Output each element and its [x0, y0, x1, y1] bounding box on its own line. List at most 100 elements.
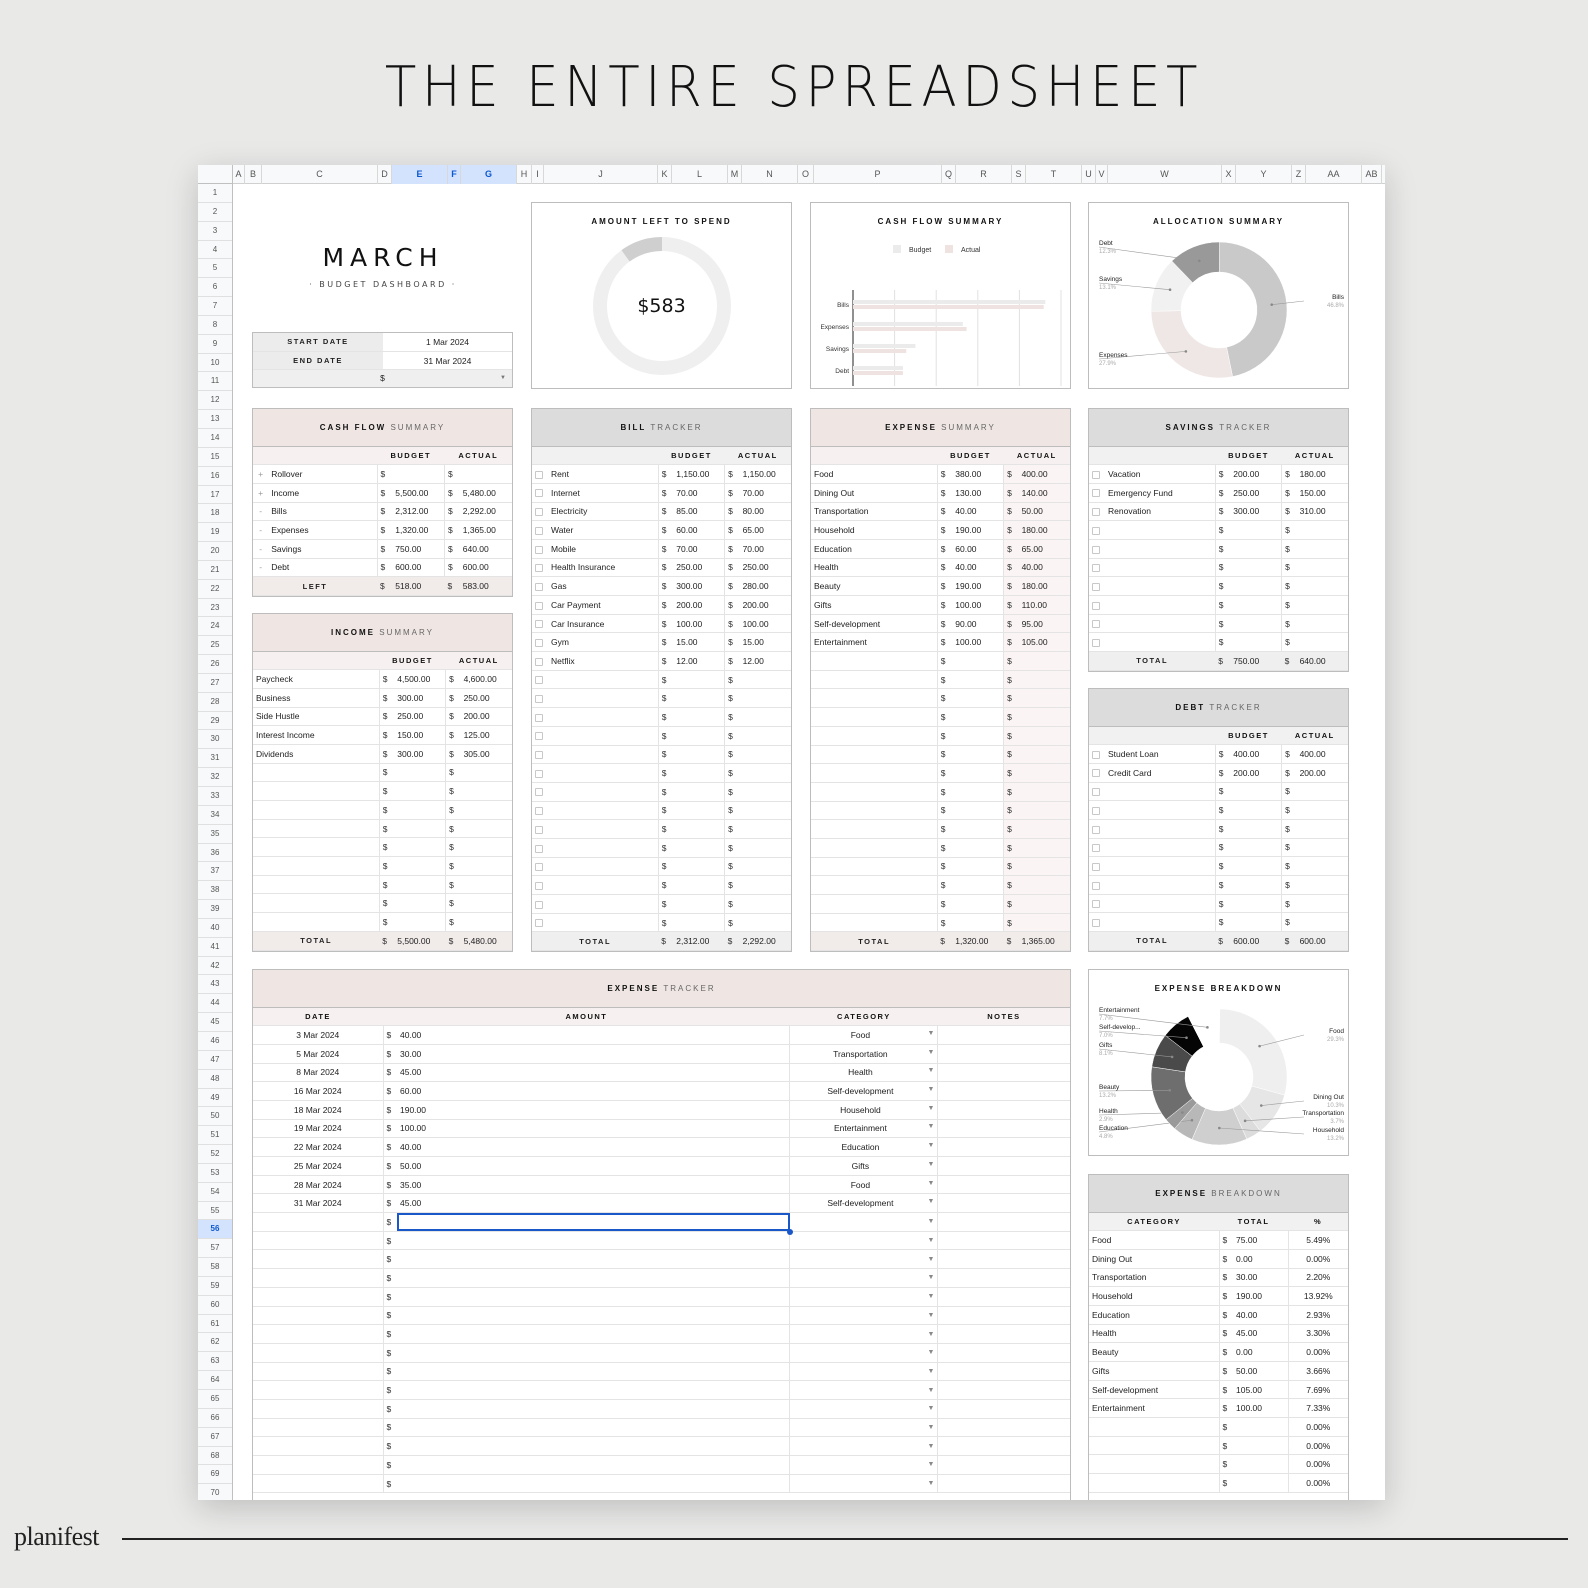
amount-cell[interactable]: [397, 1231, 790, 1251]
category-select[interactable]: Food ▼: [789, 1175, 938, 1195]
actual-cell[interactable]: 80.00: [739, 502, 791, 522]
label-cell[interactable]: [811, 875, 938, 895]
row-header[interactable]: 2: [198, 203, 232, 222]
label-cell[interactable]: Gas: [532, 576, 659, 596]
row-header[interactable]: 19: [198, 523, 232, 543]
checkbox[interactable]: [1092, 769, 1100, 778]
row-header[interactable]: 28: [198, 693, 232, 712]
row-header[interactable]: 5: [198, 259, 232, 279]
checkbox[interactable]: [1092, 750, 1100, 759]
date-cell[interactable]: 31 Mar 2024: [253, 1193, 383, 1214]
actual-cell[interactable]: [1018, 838, 1070, 858]
column-header[interactable]: N: [742, 165, 798, 184]
label-cell[interactable]: Credit Card: [1089, 763, 1216, 783]
checkbox[interactable]: [535, 676, 543, 685]
checkbox[interactable]: [1092, 900, 1100, 909]
column-header[interactable]: Z: [1292, 165, 1306, 184]
label-cell[interactable]: [532, 819, 659, 839]
label-cell[interactable]: [1089, 856, 1216, 876]
actual-cell[interactable]: [1018, 782, 1070, 802]
notes-cell[interactable]: [937, 1268, 1070, 1288]
budget-cell[interactable]: 60.00: [952, 539, 1004, 559]
actual-cell[interactable]: [1018, 819, 1070, 839]
actual-cell[interactable]: [1296, 875, 1348, 895]
notes-cell[interactable]: [937, 1100, 1070, 1120]
budget-cell[interactable]: [952, 838, 1004, 858]
budget-cell[interactable]: [1230, 894, 1282, 914]
column-header[interactable]: P: [814, 165, 942, 184]
label-cell[interactable]: [532, 894, 659, 914]
label-cell[interactable]: Interest Income: [253, 725, 380, 745]
budget-cell[interactable]: 100.00: [952, 632, 1004, 653]
label-cell[interactable]: Car Insurance: [532, 614, 659, 634]
row-header[interactable]: 41: [198, 938, 232, 957]
checkbox[interactable]: [535, 807, 543, 816]
actual-cell[interactable]: 250.00: [739, 558, 791, 578]
budget-cell[interactable]: [1230, 595, 1282, 615]
amount-cell[interactable]: [397, 1287, 790, 1307]
label-cell[interactable]: Mobile: [532, 539, 659, 559]
amount-cell[interactable]: [397, 1306, 790, 1326]
label-cell[interactable]: Side Hustle: [253, 707, 380, 727]
amount-cell[interactable]: [397, 1362, 790, 1382]
date-cell[interactable]: 18 Mar 2024: [253, 1100, 383, 1120]
row-header[interactable]: 7: [198, 297, 232, 316]
budget-cell[interactable]: [673, 763, 725, 783]
label-cell[interactable]: [253, 781, 380, 801]
checkbox[interactable]: [1092, 918, 1100, 927]
label-cell[interactable]: Car Payment: [532, 595, 659, 615]
checkbox[interactable]: [1092, 825, 1100, 834]
actual-cell[interactable]: [1018, 913, 1070, 933]
category-select[interactable]: Transportation ▼: [789, 1044, 938, 1064]
start-date-value[interactable]: 1 Mar 2024: [383, 333, 512, 351]
checkbox[interactable]: [1092, 844, 1100, 853]
checkbox[interactable]: [535, 825, 543, 834]
end-date-value[interactable]: 31 Mar 2024: [383, 352, 512, 370]
label-cell[interactable]: Student Loan: [1089, 744, 1216, 764]
actual-cell[interactable]: [460, 800, 512, 820]
date-cell[interactable]: 8 Mar 2024: [253, 1063, 383, 1083]
row-header[interactable]: 18: [198, 504, 232, 524]
label-cell[interactable]: Food: [811, 464, 938, 484]
row-header[interactable]: 68: [198, 1447, 232, 1466]
row-header[interactable]: 51: [198, 1126, 232, 1146]
actual-cell[interactable]: 110.00: [1018, 595, 1070, 615]
label-cell[interactable]: [253, 763, 380, 783]
row-header[interactable]: 46: [198, 1032, 232, 1051]
category-select[interactable]: ▼: [789, 1249, 938, 1270]
category-select[interactable]: ▼: [789, 1418, 938, 1438]
row-header[interactable]: 6: [198, 278, 232, 298]
category-select[interactable]: ▼: [789, 1231, 938, 1251]
label-cell[interactable]: Emergency Fund: [1089, 483, 1216, 503]
actual-cell[interactable]: [739, 913, 791, 933]
select-all-corner[interactable]: [198, 165, 233, 184]
notes-cell[interactable]: [937, 1474, 1070, 1494]
label-cell[interactable]: [532, 745, 659, 765]
label-cell[interactable]: [532, 782, 659, 802]
row-header[interactable]: 33: [198, 787, 232, 806]
checkbox[interactable]: [535, 489, 543, 498]
row-header[interactable]: 20: [198, 542, 232, 561]
row-header[interactable]: 27: [198, 674, 232, 693]
budget-cell[interactable]: [673, 688, 725, 709]
category-select[interactable]: ▼: [789, 1436, 938, 1456]
actual-cell[interactable]: 70.00: [739, 483, 791, 503]
row-header[interactable]: 13: [198, 410, 232, 429]
column-header[interactable]: D: [378, 165, 392, 184]
budget-cell[interactable]: [1230, 782, 1282, 802]
budget-cell[interactable]: [1230, 875, 1282, 895]
label-cell[interactable]: [1089, 539, 1216, 559]
actual-cell[interactable]: [1018, 857, 1070, 877]
date-cell[interactable]: [253, 1418, 383, 1438]
actual-cell[interactable]: [1296, 838, 1348, 858]
checkbox[interactable]: [1092, 601, 1100, 610]
budget-cell[interactable]: 70.00: [673, 539, 725, 559]
notes-cell[interactable]: [937, 1380, 1070, 1400]
actual-cell[interactable]: [1296, 632, 1348, 653]
category-select[interactable]: Food ▼: [789, 1025, 938, 1045]
actual-cell[interactable]: [739, 838, 791, 858]
actual-cell[interactable]: [1018, 801, 1070, 821]
amount-cell[interactable]: [397, 1324, 790, 1344]
actual-cell[interactable]: 5,480.00: [459, 483, 512, 503]
label-cell[interactable]: Self-development: [811, 614, 938, 634]
